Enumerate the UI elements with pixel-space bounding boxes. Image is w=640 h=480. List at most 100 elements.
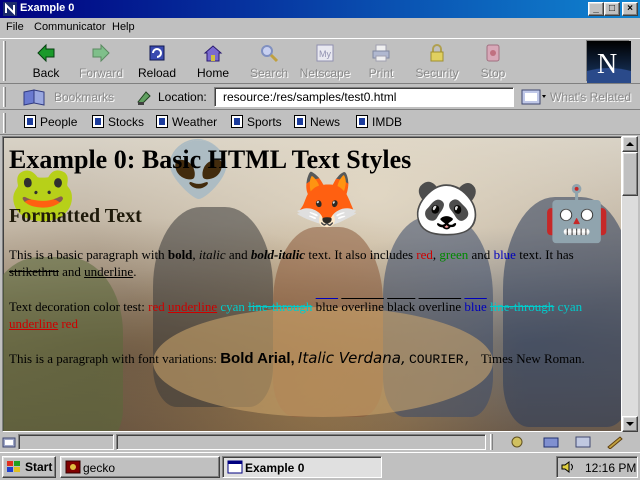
netscape-throbber[interactable]: N bbox=[586, 40, 631, 83]
svg-text:My: My bbox=[319, 49, 331, 59]
browser-window-icon bbox=[227, 460, 243, 474]
arial-sample: Bold Arial, bbox=[220, 350, 295, 367]
navigation-toolbar: Back Forward Reload Home Search My Netsc… bbox=[0, 38, 640, 84]
maximize-icon: □ bbox=[608, 3, 616, 14]
scroll-down-button[interactable] bbox=[622, 416, 638, 432]
maximize-button[interactable]: □ bbox=[604, 2, 620, 16]
stop-button[interactable]: Stop bbox=[466, 41, 520, 83]
reload-label: Reload bbox=[137, 66, 177, 80]
strikethrough-text: strikethru bbox=[9, 264, 59, 279]
start-label: Start bbox=[25, 460, 53, 474]
speaker-icon[interactable] bbox=[561, 460, 575, 474]
home-button[interactable]: Home bbox=[186, 41, 240, 83]
section-heading: Formatted Text bbox=[9, 205, 142, 227]
font-variation-paragraph: This is a paragraph with font variations… bbox=[9, 350, 617, 368]
bookmark-page-icon bbox=[231, 115, 243, 128]
underline-text: underline bbox=[84, 264, 134, 279]
text-run: text. It has bbox=[515, 247, 574, 262]
location-bookmark-icon[interactable] bbox=[136, 88, 154, 106]
title-bar[interactable]: Example 0 _ □ × bbox=[0, 0, 640, 18]
toolbar-grip[interactable] bbox=[3, 41, 6, 81]
navigator-component-icon[interactable] bbox=[508, 435, 526, 449]
connection-icon bbox=[2, 437, 16, 448]
url-text: resource:/res/samples/test0.html bbox=[223, 90, 397, 104]
bookmarks-button[interactable]: Bookmarks bbox=[54, 90, 114, 104]
taskbar-item-gecko[interactable]: gecko bbox=[60, 456, 220, 478]
close-button[interactable]: × bbox=[622, 2, 638, 16]
component-bar-grip[interactable] bbox=[490, 434, 493, 450]
start-button[interactable]: Start bbox=[2, 456, 56, 478]
decoration-sample: underline bbox=[168, 299, 218, 314]
decoration-sample: black bbox=[387, 299, 416, 314]
bookmark-people[interactable]: People bbox=[24, 115, 77, 131]
whats-related-icon bbox=[521, 89, 546, 105]
reload-button[interactable]: Reload bbox=[130, 41, 184, 83]
bookmark-stocks-label: Stocks bbox=[108, 115, 145, 129]
scroll-thumb[interactable] bbox=[622, 152, 638, 196]
bookmark-page-icon bbox=[294, 115, 306, 128]
reload-icon bbox=[149, 45, 165, 61]
taskbar-item-label: Example 0 bbox=[245, 461, 305, 475]
vertical-scrollbar[interactable] bbox=[622, 136, 638, 432]
text-run: text. It also includes bbox=[305, 247, 417, 262]
back-label: Back bbox=[32, 66, 60, 80]
netscape-label: Netscape bbox=[299, 66, 351, 80]
netscape-button[interactable]: My Netscape bbox=[298, 41, 352, 83]
security-button[interactable]: Security bbox=[410, 41, 464, 83]
italic-text: italic bbox=[198, 247, 226, 262]
gecko-app-icon bbox=[65, 460, 81, 474]
back-arrow-icon bbox=[37, 43, 55, 63]
basic-paragraph: This is a basic paragraph with bold, ita… bbox=[9, 246, 617, 280]
whats-related-button[interactable]: What's Related bbox=[550, 90, 631, 104]
netscape-icon: My bbox=[316, 44, 334, 62]
window-title: Example 0 bbox=[20, 2, 75, 14]
bookmark-weather[interactable]: Weather bbox=[156, 115, 217, 131]
menu-file[interactable]: File bbox=[6, 21, 24, 33]
back-button[interactable]: Back bbox=[19, 41, 73, 83]
progress-panel bbox=[18, 434, 114, 450]
menu-bar: File Communicator Help bbox=[0, 18, 640, 38]
scroll-up-button[interactable] bbox=[622, 136, 638, 152]
taskbar-item-example-0[interactable]: Example 0 bbox=[222, 456, 382, 478]
minimize-icon: _ bbox=[593, 3, 599, 14]
bookmarks-icon bbox=[23, 89, 45, 106]
composer-component-icon[interactable] bbox=[574, 435, 592, 449]
decoration-sample: cyan bbox=[220, 299, 245, 314]
search-icon bbox=[261, 45, 279, 63]
decoration-sample: blue bbox=[315, 299, 339, 314]
close-icon: × bbox=[627, 3, 633, 14]
url-input[interactable]: resource:/res/samples/test0.html bbox=[214, 87, 514, 107]
clock[interactable]: 12:16 PM bbox=[585, 461, 636, 475]
page-content[interactable]: 🐸 👽 🦊 🐼 🤖 Example 0: Basic HTML Text Sty… bbox=[2, 136, 622, 432]
bookmark-page-icon bbox=[92, 115, 104, 128]
minimize-button[interactable]: _ bbox=[588, 2, 604, 16]
home-icon bbox=[203, 45, 223, 62]
menu-communicator[interactable]: Communicator bbox=[34, 21, 106, 33]
personal-toolbar-grip[interactable] bbox=[3, 113, 6, 133]
forward-arrow-icon bbox=[92, 43, 110, 63]
bookmark-news[interactable]: News bbox=[294, 115, 340, 131]
bold-italic-text: bold-italic bbox=[250, 247, 306, 262]
home-label: Home bbox=[196, 66, 229, 80]
search-button[interactable]: Search bbox=[242, 41, 296, 83]
print-button[interactable]: Print bbox=[354, 41, 408, 83]
status-bar bbox=[0, 432, 640, 452]
up-arrow-icon bbox=[626, 142, 634, 146]
bookmark-page-icon bbox=[356, 115, 368, 128]
bookmark-imdb[interactable]: IMDB bbox=[356, 115, 402, 131]
menu-help[interactable]: Help bbox=[112, 21, 135, 33]
taskbar-item-label: gecko bbox=[83, 461, 116, 475]
decoration-sample: underline bbox=[9, 316, 59, 331]
browser-window: Example 0 _ □ × File Communicator Help B… bbox=[0, 0, 640, 452]
mail-component-icon[interactable] bbox=[542, 435, 560, 449]
text-run: and bbox=[225, 247, 251, 262]
bookmark-sports[interactable]: Sports bbox=[231, 115, 282, 131]
decoration-sample: overline bbox=[341, 299, 384, 314]
bookmark-stocks[interactable]: Stocks bbox=[92, 115, 144, 131]
location-toolbar-grip[interactable] bbox=[3, 87, 6, 107]
security-label: Security bbox=[415, 66, 459, 80]
text-run: . bbox=[133, 264, 137, 279]
forward-button[interactable]: Forward bbox=[74, 41, 128, 83]
search-label: Search bbox=[249, 66, 289, 80]
address-book-component-icon[interactable] bbox=[606, 435, 624, 449]
